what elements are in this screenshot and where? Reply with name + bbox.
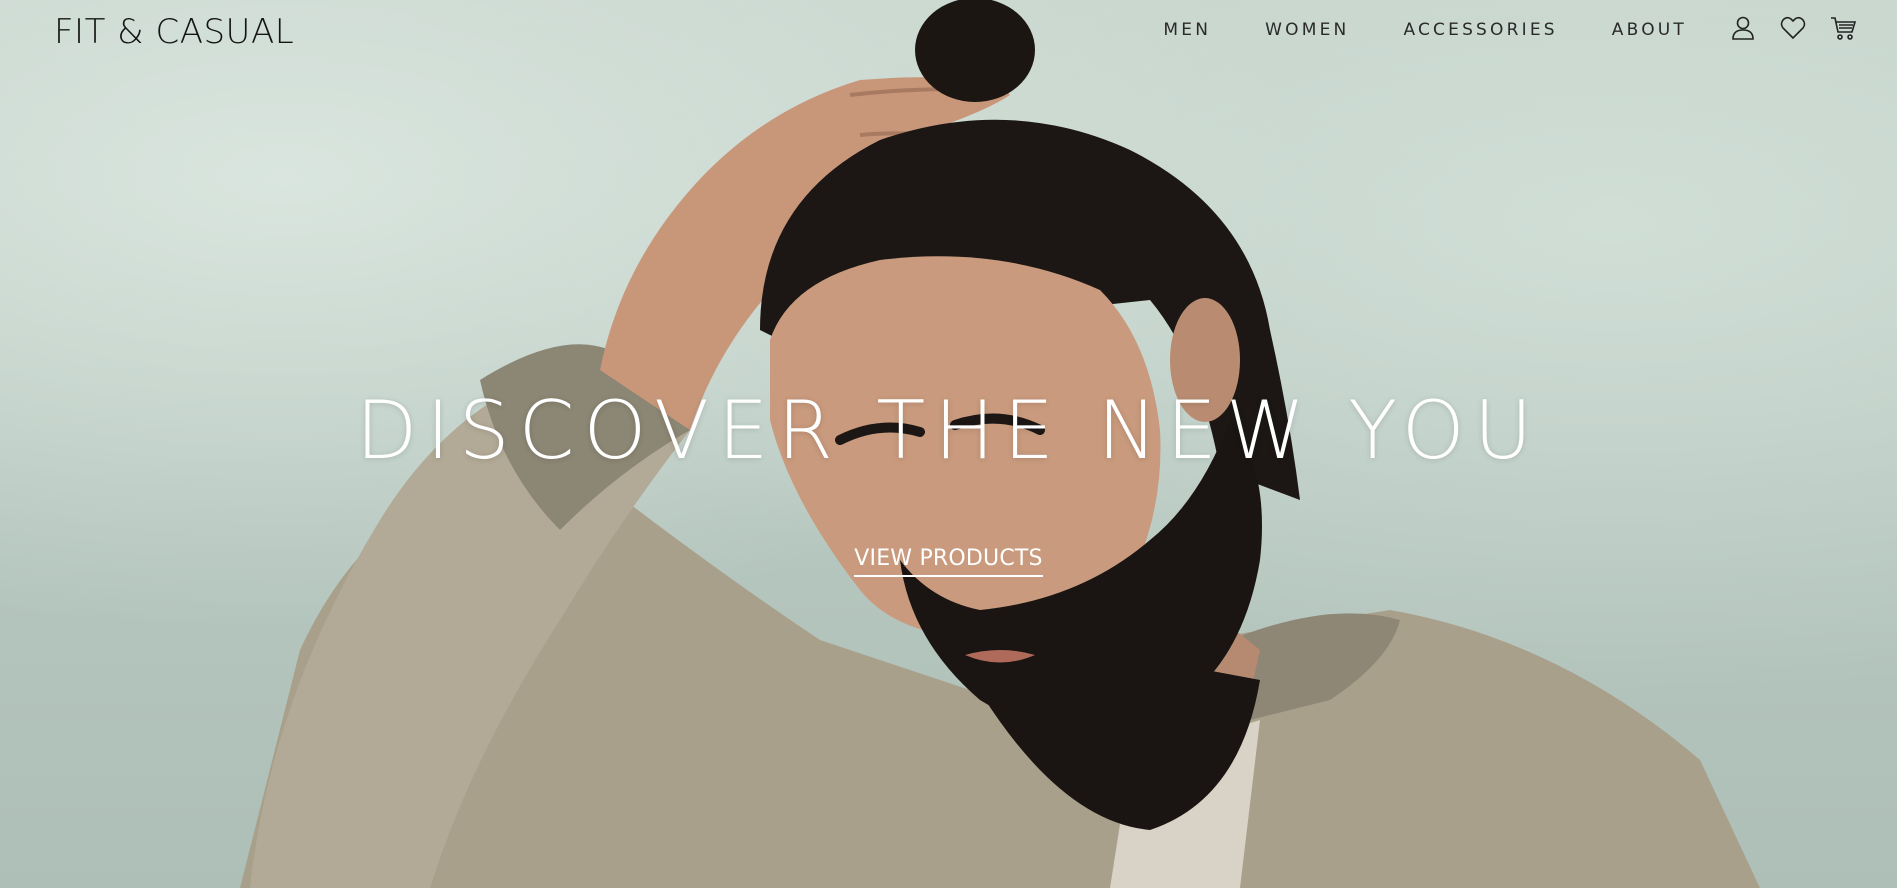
header-icons xyxy=(1729,14,1857,42)
nav-item-accessories[interactable]: ACCESSORIES xyxy=(1403,20,1557,40)
hero-section: FIT & CASUAL MEN WOMEN ACCESSORIES ABOUT xyxy=(0,0,1897,888)
nav-item-men[interactable]: MEN xyxy=(1163,20,1211,40)
user-icon[interactable] xyxy=(1729,14,1757,42)
hero-cta-wrapper: VIEW PRODUCTS xyxy=(0,546,1897,577)
hero-headline: DISCOVER THE NEW YOU xyxy=(355,384,1542,477)
heart-icon[interactable] xyxy=(1779,14,1807,42)
view-products-link[interactable]: VIEW PRODUCTS xyxy=(854,546,1043,577)
site-header: FIT & CASUAL MEN WOMEN ACCESSORIES ABOUT xyxy=(0,0,1897,62)
nav-item-about[interactable]: ABOUT xyxy=(1612,20,1687,40)
brand-logo[interactable]: FIT & CASUAL xyxy=(54,12,294,52)
main-nav: MEN WOMEN ACCESSORIES ABOUT xyxy=(1163,20,1687,40)
cart-icon[interactable] xyxy=(1829,14,1857,42)
nav-item-women[interactable]: WOMEN xyxy=(1265,20,1349,40)
